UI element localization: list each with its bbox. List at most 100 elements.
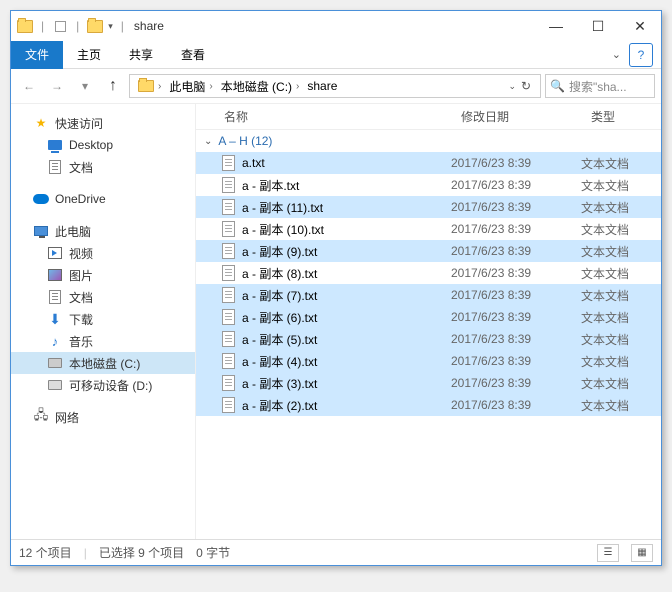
- refresh-button[interactable]: ↻: [516, 79, 536, 93]
- textfile-icon: [220, 221, 236, 237]
- sidebar-onedrive[interactable]: OneDrive: [11, 188, 195, 210]
- history-dropdown[interactable]: ▾: [73, 74, 97, 98]
- sidebar-pictures[interactable]: 图片: [11, 264, 195, 286]
- sidebar-music[interactable]: ♪音乐: [11, 330, 195, 352]
- column-date[interactable]: 修改日期: [451, 108, 581, 125]
- minimize-button[interactable]: —: [535, 11, 577, 41]
- group-header[interactable]: ⌄ A – H (12): [196, 130, 661, 152]
- removable-icon: [47, 377, 63, 393]
- address-bar[interactable]: › 此电脑› 本地磁盘 (C:)› share ⌄ ↻: [129, 74, 541, 98]
- checkbox-qat[interactable]: [52, 18, 68, 34]
- sidebar-documents-pc[interactable]: 文档: [11, 286, 195, 308]
- file-row[interactable]: a.txt2017/6/23 8:39文本文档: [196, 152, 661, 174]
- file-type: 文本文档: [581, 221, 661, 238]
- textfile-icon: [220, 199, 236, 215]
- status-size: 0 字节: [196, 544, 230, 561]
- file-row[interactable]: a - 副本 (6).txt2017/6/23 8:39文本文档: [196, 306, 661, 328]
- view-icons-button[interactable]: ▦: [631, 544, 653, 562]
- file-name: a - 副本 (10).txt: [242, 221, 324, 238]
- breadcrumb-root[interactable]: ›: [134, 78, 165, 94]
- breadcrumb-share[interactable]: share: [303, 79, 341, 93]
- textfile-icon: [220, 375, 236, 391]
- file-name: a - 副本 (9).txt: [242, 243, 317, 260]
- file-row[interactable]: a - 副本 (9).txt2017/6/23 8:39文本文档: [196, 240, 661, 262]
- file-row[interactable]: a - 副本 (11).txt2017/6/23 8:39文本文档: [196, 196, 661, 218]
- download-icon: ⬇: [47, 311, 63, 327]
- sidebar-downloads[interactable]: ⬇下载: [11, 308, 195, 330]
- separator: |: [41, 19, 44, 33]
- ribbon-expand[interactable]: ⌄: [604, 48, 629, 61]
- maximize-button[interactable]: ☐: [577, 11, 619, 41]
- folder-icon: [87, 18, 103, 34]
- navigation-pane[interactable]: ★快速访问 Desktop 文档 OneDrive 此电脑 视频 图片 文档 ⬇…: [11, 104, 196, 539]
- file-row[interactable]: a - 副本.txt2017/6/23 8:39文本文档: [196, 174, 661, 196]
- file-pane: 名称 修改日期 类型 ⌄ A – H (12) a.txt2017/6/23 8…: [196, 104, 661, 539]
- tab-file[interactable]: 文件: [11, 41, 63, 69]
- file-name: a - 副本.txt: [242, 177, 299, 194]
- file-date: 2017/6/23 8:39: [451, 398, 581, 412]
- separator: |: [76, 19, 79, 33]
- sidebar-localdisk[interactable]: 本地磁盘 (C:): [11, 352, 195, 374]
- status-selected: 已选择 9 个项目: [99, 544, 184, 561]
- file-row[interactable]: a - 副本 (7).txt2017/6/23 8:39文本文档: [196, 284, 661, 306]
- search-input[interactable]: 🔍 搜索"sha...: [545, 74, 655, 98]
- file-row[interactable]: a - 副本 (10).txt 2017/6/23 8:39文本文档: [196, 218, 661, 240]
- sidebar-quick-access[interactable]: ★快速访问: [11, 112, 195, 134]
- pc-icon: [33, 223, 49, 239]
- sidebar-thispc[interactable]: 此电脑: [11, 220, 195, 242]
- close-button[interactable]: ✕: [619, 11, 661, 41]
- file-date: 2017/6/23 8:39: [451, 288, 581, 302]
- statusbar: 12 个项目 | 已选择 9 个项目 0 字节 ☰ ▦: [11, 539, 661, 565]
- column-headers[interactable]: 名称 修改日期 类型: [196, 104, 661, 130]
- tab-view[interactable]: 查看: [167, 41, 219, 69]
- file-date: 2017/6/23 8:39: [451, 178, 581, 192]
- tab-share[interactable]: 共享: [115, 41, 167, 69]
- file-date: 2017/6/23 8:39: [451, 266, 581, 280]
- forward-button[interactable]: →: [45, 74, 69, 98]
- file-type: 文本文档: [581, 155, 661, 172]
- sidebar-documents[interactable]: 文档: [11, 156, 195, 178]
- view-details-button[interactable]: ☰: [597, 544, 619, 562]
- textfile-icon: [220, 287, 236, 303]
- file-type: 文本文档: [581, 375, 661, 392]
- qat-dropdown[interactable]: ▾: [108, 21, 113, 32]
- textfile-icon: [220, 155, 236, 171]
- textfile-icon: [220, 397, 236, 413]
- ribbon-tabs: 文件 主页 共享 查看 ⌄ ?: [11, 41, 661, 69]
- file-row[interactable]: a - 副本 (8).txt2017/6/23 8:39文本文档: [196, 262, 661, 284]
- file-row[interactable]: a - 副本 (3).txt2017/6/23 8:39文本文档: [196, 372, 661, 394]
- breadcrumb-thispc[interactable]: 此电脑›: [165, 78, 216, 95]
- address-dropdown[interactable]: ⌄: [508, 81, 516, 92]
- help-button[interactable]: ?: [629, 43, 653, 67]
- file-date: 2017/6/23 8:39: [451, 222, 581, 236]
- sidebar-videos[interactable]: 视频: [11, 242, 195, 264]
- sidebar-network[interactable]: 🖧网络: [11, 406, 195, 428]
- up-button[interactable]: ↑: [101, 74, 125, 98]
- breadcrumb-disk[interactable]: 本地磁盘 (C:)›: [217, 78, 304, 95]
- explorer-window: | | ▾ | share — ☐ ✕ 文件 主页 共享 查看 ⌄ ? ← → …: [10, 10, 662, 566]
- sidebar-removable[interactable]: 可移动设备 (D:): [11, 374, 195, 396]
- titlebar[interactable]: | | ▾ | share — ☐ ✕: [11, 11, 661, 41]
- file-date: 2017/6/23 8:39: [451, 310, 581, 324]
- folder-icon: [17, 18, 33, 34]
- file-list[interactable]: a.txt2017/6/23 8:39文本文档 a - 副本.txt 2017/6/…: [196, 152, 661, 539]
- back-button[interactable]: ←: [17, 74, 41, 98]
- textfile-icon: [220, 309, 236, 325]
- music-icon: ♪: [47, 333, 63, 349]
- separator: |: [121, 19, 124, 33]
- file-name: a - 副本 (11).txt: [242, 199, 323, 216]
- file-row[interactable]: a - 副本 (2).txt2017/6/23 8:39文本文档: [196, 394, 661, 416]
- file-date: 2017/6/23 8:39: [451, 244, 581, 258]
- disk-icon: [47, 355, 63, 371]
- column-type[interactable]: 类型: [581, 108, 661, 125]
- sidebar-desktop[interactable]: Desktop: [11, 134, 195, 156]
- file-date: 2017/6/23 8:39: [451, 376, 581, 390]
- document-icon: [47, 159, 63, 175]
- textfile-icon: [220, 177, 236, 193]
- file-row[interactable]: a - 副本 (5).txt2017/6/23 8:39文本文档: [196, 328, 661, 350]
- file-row[interactable]: a - 副本 (4).txt2017/6/23 8:39文本文档: [196, 350, 661, 372]
- column-name[interactable]: 名称: [214, 108, 451, 125]
- file-name: a - 副本 (5).txt: [242, 331, 317, 348]
- tab-home[interactable]: 主页: [63, 41, 115, 69]
- file-type: 文本文档: [581, 397, 661, 414]
